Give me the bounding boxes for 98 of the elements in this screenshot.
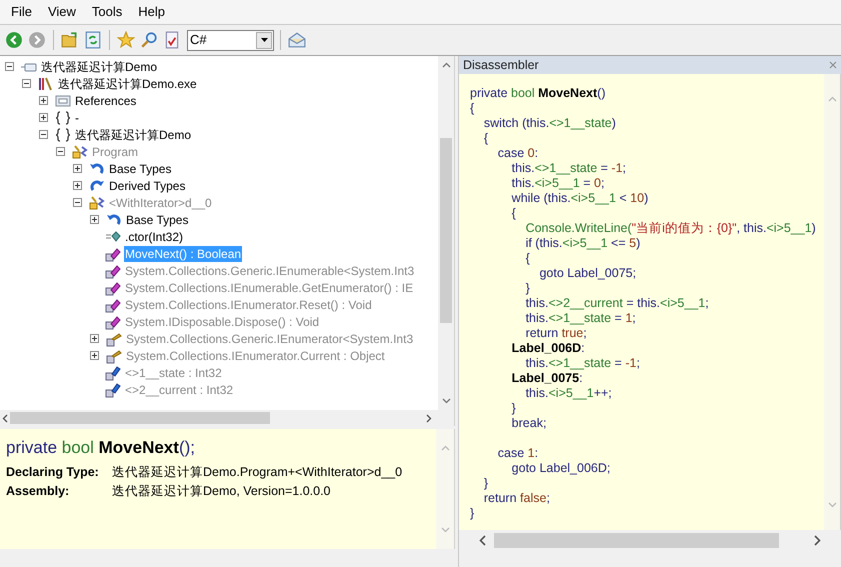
scroll-down-icon[interactable] — [442, 398, 450, 404]
menu-item[interactable]: Help — [131, 0, 172, 24]
code-line: Label_0075: — [510, 371, 583, 386]
tree-item[interactable]: 迭代器延迟计算Demo — [40, 58, 158, 74]
code-line: while (this.<i>5__1 < 10) — [510, 191, 648, 206]
scrollbar-thumb[interactable] — [10, 412, 270, 424]
braces-icon — [55, 110, 71, 126]
code-line: this.<>1__state = -1; — [510, 161, 626, 176]
code-line: Label_006D: — [510, 341, 585, 356]
expand-toggle[interactable] — [73, 164, 82, 173]
field-value: 迭代器延迟计算Demo, Version=1.0.0.0 — [112, 483, 331, 500]
refresh-icon[interactable] — [84, 31, 102, 49]
expand-toggle[interactable] — [39, 96, 48, 105]
envelope-icon[interactable] — [288, 31, 306, 49]
tree-item[interactable]: - — [74, 110, 80, 126]
scroll-right-icon[interactable] — [426, 414, 432, 422]
expand-toggle[interactable] — [90, 351, 99, 360]
code-line: this.<>1__state = 1; — [524, 311, 636, 326]
code-line: this.<i>5__1 = 0; — [510, 176, 604, 191]
method-icon — [105, 280, 121, 296]
code-line: return false; — [482, 491, 550, 506]
curved-arrow-icon — [106, 212, 122, 228]
collapse-toggle[interactable] — [5, 62, 14, 71]
tree-item[interactable]: 迭代器延迟计算Demo.exe — [57, 76, 198, 92]
code-line: this.<>2__current = this.<i>5__1; — [524, 296, 709, 311]
field-label: Declaring Type: — [6, 464, 100, 482]
field-icon — [105, 364, 121, 380]
tree-item[interactable]: References — [74, 92, 138, 108]
tree-item[interactable]: .ctor(Int32) — [124, 228, 184, 244]
code-line: goto Label_006D; — [510, 461, 610, 476]
expand-toggle[interactable] — [39, 113, 48, 122]
curved-arrow-icon — [89, 160, 105, 176]
code-line: { — [510, 206, 516, 221]
scroll-up-icon[interactable] — [442, 62, 450, 68]
folder-icon[interactable] — [61, 31, 79, 49]
tree-item[interactable]: Base Types — [108, 160, 172, 176]
collapse-toggle[interactable] — [56, 147, 65, 156]
code-line: Console.WriteLine("当前i的值为：{0}", this.<i>5__1) — [524, 221, 816, 236]
menu-item[interactable]: File — [4, 0, 39, 24]
class-icon — [89, 194, 105, 210]
menu-item[interactable]: Tools — [84, 0, 130, 24]
property-icon — [106, 348, 122, 364]
field-icon — [105, 382, 121, 398]
code-line: this.<>1__state = -1; — [524, 356, 640, 371]
scroll-right-icon[interactable] — [814, 534, 821, 546]
scroll-left-icon[interactable] — [2, 414, 8, 422]
star-icon[interactable] — [117, 31, 135, 49]
curved-arrow-icon — [89, 178, 105, 194]
method-icon — [105, 246, 121, 262]
scrollbar-thumb[interactable] — [440, 138, 452, 323]
menu-item[interactable]: View — [40, 0, 83, 24]
expand-toggle[interactable] — [90, 215, 99, 224]
language-dropdown[interactable]: C# — [187, 30, 274, 50]
method-icon — [105, 262, 121, 278]
code-line: if (this.<i>5__1 <= 5) — [524, 236, 640, 251]
library-icon — [38, 76, 54, 92]
tree-item[interactable]: Derived Types — [108, 178, 186, 194]
code-line: } — [482, 476, 488, 491]
code-line: this.<i>5__1++; — [524, 386, 612, 401]
scrollbar-thumb[interactable] — [494, 532, 779, 548]
class-icon — [72, 144, 88, 160]
method-signature: private bool MoveNext(); — [6, 437, 196, 459]
code-line: break; — [510, 416, 546, 431]
code-line: { — [524, 251, 530, 266]
braces-icon — [55, 126, 71, 142]
code-line: private bool MoveNext() — [470, 86, 606, 101]
collapse-toggle[interactable] — [39, 130, 48, 139]
code-line: switch (this.<>1__state) — [482, 116, 616, 131]
collapse-toggle[interactable] — [73, 198, 82, 207]
method-icon — [105, 296, 121, 312]
field-label: Assembly: — [6, 483, 70, 500]
code-line: goto Label_0075; — [538, 266, 636, 281]
dropdown-arrow-icon[interactable] — [260, 38, 268, 42]
code-line: return true; — [524, 326, 587, 341]
close-icon[interactable] — [829, 61, 837, 69]
code-line: { — [482, 131, 488, 146]
code-line: } — [470, 506, 474, 521]
field-value: 迭代器延迟计算Demo.Program+<WithIterator>d__0 — [112, 464, 402, 482]
tree-item[interactable]: 迭代器延迟计算Demo — [74, 126, 192, 142]
search-icon[interactable] — [140, 31, 158, 49]
code-line: } — [510, 401, 516, 416]
expand-toggle[interactable] — [90, 334, 99, 343]
diamond-icon — [105, 228, 121, 244]
scroll-left-icon[interactable] — [479, 534, 486, 546]
code-line: case 0: — [496, 146, 538, 161]
expand-toggle[interactable] — [73, 181, 82, 190]
collapse-toggle[interactable] — [22, 79, 31, 88]
method-icon — [105, 314, 121, 330]
tree-item[interactable]: Base Types — [125, 212, 190, 228]
references-icon — [55, 92, 71, 108]
code-line: } — [524, 281, 530, 296]
vertical-scrollbar[interactable] — [438, 56, 454, 410]
code-line: { — [470, 101, 474, 116]
code-line: case 1: — [496, 445, 538, 461]
panel-title: Disassembler — [463, 56, 539, 74]
property-icon — [106, 330, 122, 346]
horizontal-scrollbar[interactable] — [0, 410, 455, 426]
document-check-icon[interactable] — [163, 31, 181, 49]
